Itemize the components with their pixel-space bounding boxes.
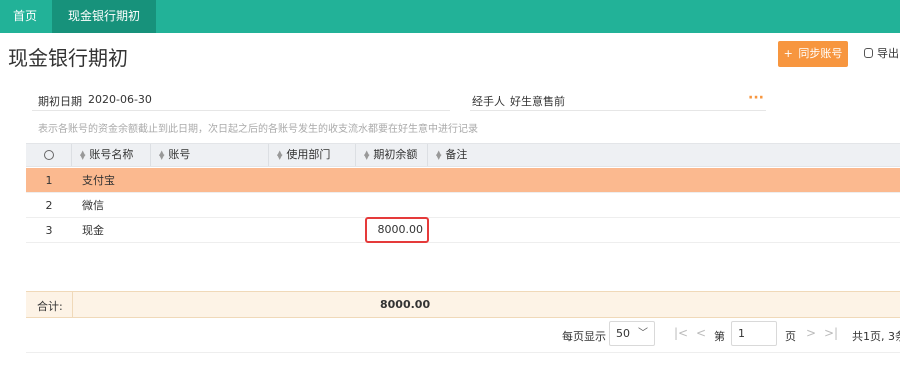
sort-icon[interactable]: ▲ ▼ — [436, 150, 441, 161]
export-icon — [864, 48, 873, 58]
date-label: 期初日期 — [38, 95, 82, 108]
sort-icon[interactable]: ▲ ▼ — [277, 150, 282, 161]
opening-balance[interactable] — [368, 168, 428, 193]
page-prefix: 第 — [714, 330, 725, 343]
export-label: 导出 — [877, 47, 899, 60]
handler-label: 经手人 — [472, 95, 505, 108]
total-value: 8000.00 — [380, 298, 431, 311]
date-value[interactable]: 2020-06-30 — [88, 93, 152, 106]
per-page-label: 每页显示 — [562, 330, 606, 343]
sort-icon[interactable]: ▲ ▼ — [80, 150, 85, 161]
page-summary: 共1页, 3条记 — [852, 330, 900, 343]
last-page-icon[interactable]: >| — [824, 326, 838, 340]
account-name[interactable]: 微信 — [82, 193, 104, 218]
header-account-number[interactable]: ▲ ▼ 账号 — [151, 144, 269, 166]
tab-home[interactable]: 首页 — [0, 0, 50, 33]
hint-text: 表示各账号的资金余额截止到此日期，次日起之后的各账号发生的收支流水都要在好生意中… — [38, 124, 478, 135]
next-page-icon[interactable]: > — [806, 326, 816, 340]
header-note[interactable]: ▲ ▼ 备注 — [428, 144, 900, 166]
handler-field-underline — [470, 110, 766, 111]
header-account-name[interactable]: ▲ ▼ 账号名称 — [72, 144, 151, 166]
bottom-divider — [26, 352, 900, 353]
account-name[interactable]: 支付宝 — [82, 168, 115, 193]
handler-value[interactable]: 好生意售前 — [510, 93, 565, 109]
table-header: ▲ ▼ 账号名称 ▲ ▼ 账号 ▲ ▼ 使用部门 ▲ ▼ 期初余额 ▲ ▼ 备注 — [26, 143, 900, 167]
opening-balance-input[interactable]: 8000.00 — [365, 217, 429, 243]
plus-icon: + — [783, 47, 793, 60]
opening-form: 期初日期 2020-06-30 经手人 好生意售前 — [38, 88, 900, 110]
row-number: 1 — [45, 174, 53, 187]
table-row[interactable]: 2 微信 — [26, 193, 900, 218]
tab-bar: 首页 现金银行期初 × — [0, 0, 900, 56]
opening-balance[interactable] — [368, 193, 428, 218]
header-opening-balance[interactable]: ▲ ▼ 期初余额 — [356, 144, 428, 166]
total-label: 合计: — [37, 300, 63, 313]
row-number: 3 — [45, 224, 53, 237]
sort-icon[interactable]: ▲ ▼ — [364, 150, 369, 161]
sync-accounts-label: 同步账号 — [798, 47, 843, 60]
sort-icon[interactable]: ▲ ▼ — [159, 150, 164, 161]
gear-icon[interactable] — [43, 150, 54, 160]
first-page-icon[interactable]: |< — [674, 326, 688, 340]
total-divider — [72, 292, 73, 318]
column-settings[interactable] — [26, 144, 72, 166]
date-field-underline — [32, 110, 450, 111]
prev-page-icon[interactable]: < — [696, 326, 706, 340]
more-options-icon[interactable]: ··· — [748, 90, 764, 106]
page-suffix: 页 — [785, 330, 796, 343]
pagination: 每页显示 50 ﹀ |< < 第 1 页 > >| 共1页, 3条记 — [0, 321, 900, 347]
tab-cash-bank-opening[interactable]: 现金银行期初 × — [52, 0, 156, 56]
table-row[interactable]: 1 支付宝 — [26, 168, 900, 193]
sync-accounts-button[interactable]: + 同步账号 — [778, 41, 848, 67]
page-title: 现金银行期初 — [8, 46, 128, 70]
total-row: 合计: 8000.00 — [26, 291, 900, 318]
header-department[interactable]: ▲ ▼ 使用部门 — [269, 144, 356, 166]
page-number-input[interactable]: 1 — [731, 321, 777, 346]
tab-label: 现金银行期初 — [68, 9, 141, 23]
account-name[interactable]: 现金 — [82, 218, 104, 243]
chevron-down-icon: ﹀ — [638, 328, 648, 339]
table-row[interactable]: 3 现金 8000.00 — [26, 217, 900, 243]
row-number: 2 — [45, 199, 53, 212]
export-button[interactable]: 导出 — [864, 41, 899, 67]
per-page-select[interactable]: 50 ﹀ — [609, 321, 655, 346]
